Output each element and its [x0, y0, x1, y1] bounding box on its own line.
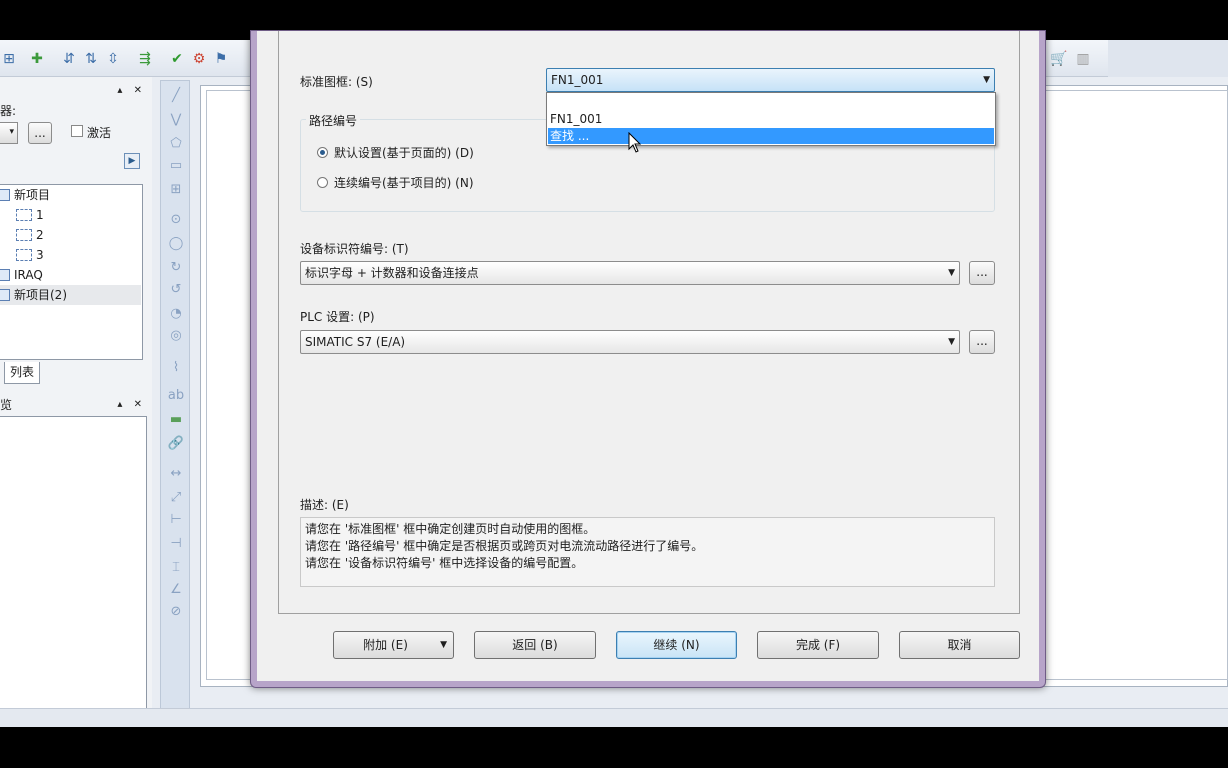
path-group-title: 路径编号 — [306, 112, 361, 129]
template-combo[interactable]: FN1_001 ▼ — [546, 68, 995, 92]
ellipse-icon[interactable]: ◎ — [166, 327, 186, 345]
tree-item[interactable]: 3 — [0, 245, 141, 265]
back-button[interactable]: 返回 (B) — [474, 631, 596, 659]
description-line: 请您在 '设备标识符编号' 框中选择设备的编号配置。 — [305, 556, 584, 570]
plc-ellipsis-button[interactable]: ... — [969, 330, 995, 354]
radio-continuous-project-based[interactable]: 连续编号(基于项目的) (N) — [317, 174, 474, 191]
play-icon[interactable]: ▶ — [124, 153, 140, 169]
numbering-icon[interactable]: ⇵ — [60, 50, 78, 68]
radius-dimension-icon[interactable]: ⊘ — [166, 603, 186, 621]
dimension-icon[interactable]: ↔ — [166, 465, 186, 483]
line-icon[interactable]: ╱ — [166, 87, 186, 105]
device-numbering-combo[interactable]: 标识字母 + 计数器和设备连接点 ▼ — [300, 261, 960, 285]
attach-button[interactable]: 附加 (E) ▼ — [333, 631, 454, 659]
chart-icon[interactable]: ▥ — [1074, 50, 1092, 68]
numbering-icon-2[interactable]: ⇅ — [82, 50, 100, 68]
next-button[interactable]: 继续 (N) — [616, 631, 737, 659]
plc-combo[interactable]: SIMATIC S7 (E/A) ▼ — [300, 330, 960, 354]
radio-button[interactable] — [317, 177, 328, 188]
drawing-toolbar: ╱ ⋁ ⬠ ▭ ⊞ ⊙ ◯ ↻ ↺ ◔ ◎ ⌇ ab ▬ 🔗 ↔ ⤢ ⊢ ⊣ ⌶… — [160, 80, 190, 710]
page-icon — [16, 249, 32, 261]
plugin-icon[interactable]: ✚ — [28, 50, 46, 68]
chevron-down-icon: ▼ — [948, 268, 955, 278]
device-label: 设备标识符编号: (T) — [300, 242, 409, 256]
preview-area — [0, 416, 147, 709]
activate-label: 激活 — [87, 126, 112, 140]
project-icon — [0, 189, 10, 201]
chevron-down-icon: ▼ — [948, 337, 955, 347]
tree-item-selected[interactable]: 新项目(2) — [0, 285, 141, 305]
increment-dimension-icon[interactable]: ⌶ — [166, 559, 186, 577]
description-line: 请您在 '路径编号' 框中确定是否根据页或跨页对电流流动路径进行了编号。 — [305, 539, 704, 553]
chain-dimension-icon[interactable]: ⊢ — [166, 511, 186, 529]
check-flow-icon[interactable]: ⇶ — [136, 50, 154, 68]
panel-controls[interactable]: ▴ ✕ — [117, 83, 146, 99]
arc-icon[interactable]: ↻ — [166, 259, 186, 277]
preview-header: 预览 ▴ ✕ — [0, 397, 152, 413]
panel-controls[interactable]: ▴ ✕ — [117, 397, 146, 413]
status-bar — [0, 708, 1228, 727]
tree-item[interactable]: 2 — [0, 225, 141, 245]
sector-icon[interactable]: ◔ — [166, 305, 186, 323]
circle-icon[interactable]: ◯ — [166, 235, 186, 253]
chevron-down-icon: ▼ — [983, 75, 990, 85]
activate-checkbox[interactable] — [71, 125, 83, 137]
filter-combo[interactable]: ▾ — [0, 122, 18, 144]
cart-icon[interactable]: ⊞ — [0, 50, 18, 68]
toolbar-strip — [1108, 40, 1228, 77]
preview-title: 预览 — [0, 398, 13, 412]
dropdown-option[interactable]: FN1_001 — [548, 111, 994, 127]
settings-icon[interactable]: ⚙ — [190, 50, 208, 68]
tree-item[interactable]: 1 — [0, 205, 141, 225]
description-label: 描述: (E) — [300, 498, 349, 512]
angle-dimension-icon[interactable]: ∠ — [166, 581, 186, 599]
page-icon — [16, 229, 32, 241]
device-ellipsis-button[interactable]: ... — [969, 261, 995, 285]
device-value: 标识字母 + 计数器和设备连接点 — [305, 266, 479, 280]
polygon-icon[interactable]: ⬠ — [166, 135, 186, 153]
circle-center-icon[interactable]: ⊙ — [166, 211, 186, 229]
cancel-button[interactable]: 取消 — [899, 631, 1020, 659]
rectangle-icon[interactable]: ▭ — [166, 157, 186, 175]
navigator-header: ▴ ✕ — [0, 83, 152, 99]
plc-value: SIMATIC S7 (E/A) — [305, 335, 406, 349]
tab-list[interactable]: 列表 — [4, 362, 40, 384]
spline-icon[interactable]: ⌇ — [166, 359, 186, 377]
filter-ellipsis-button[interactable]: ... — [28, 122, 52, 144]
template-dropdown-list[interactable]: FN1_001 查找 ... — [546, 92, 996, 146]
project-tree: 新项目 1 2 3 IRAQ 新项目(2) — [0, 184, 143, 360]
text-icon[interactable]: ab — [166, 387, 186, 405]
tree-item[interactable]: 新项目 — [0, 185, 141, 205]
chevron-down-icon: ▼ — [440, 640, 447, 650]
baseline-dimension-icon[interactable]: ⊣ — [166, 535, 186, 553]
insert-icon[interactable]: ⊞ — [166, 181, 186, 199]
chevron-down-icon: ▾ — [9, 127, 14, 137]
template-label: 标准图框: (S) — [300, 75, 373, 89]
polyline-icon[interactable]: ⋁ — [166, 111, 186, 129]
description-box: 请您在 '标准图框' 框中确定创建页时自动使用的图框。 请您在 '路径编号' 框… — [300, 517, 995, 587]
radio-default-page-based[interactable]: 默认设置(基于页面的) (D) — [317, 144, 474, 161]
project-icon — [0, 269, 10, 281]
cart-icon[interactable]: 🛒 — [1050, 50, 1068, 68]
radio-button[interactable] — [317, 147, 328, 158]
template-value: FN1_001 — [551, 73, 604, 87]
aligned-dimension-icon[interactable]: ⤢ — [166, 489, 186, 507]
plc-label: PLC 设置: (P) — [300, 310, 375, 324]
numbering-icon-3[interactable]: ⇳ — [104, 50, 122, 68]
dropdown-option-highlighted[interactable]: 查找 ... — [548, 128, 994, 144]
arc-icon-2[interactable]: ↺ — [166, 281, 186, 299]
image-icon[interactable]: ▬ — [166, 411, 186, 429]
finish-button[interactable]: 完成 (F) — [757, 631, 879, 659]
description-line: 请您在 '标准图框' 框中确定创建页时自动使用的图框。 — [305, 522, 596, 536]
tree-item[interactable]: IRAQ — [0, 265, 141, 285]
mouse-pointer-icon — [628, 132, 642, 153]
filter-label: 器: — [0, 104, 17, 118]
project-icon — [0, 289, 10, 301]
right-toolbar-icons: 🛒 ▥ — [1048, 40, 1108, 77]
link-icon[interactable]: 🔗 — [166, 435, 186, 453]
page-icon — [16, 209, 32, 221]
flag-icon[interactable]: ⚑ — [212, 50, 230, 68]
check-icon[interactable]: ✔ — [168, 50, 186, 68]
